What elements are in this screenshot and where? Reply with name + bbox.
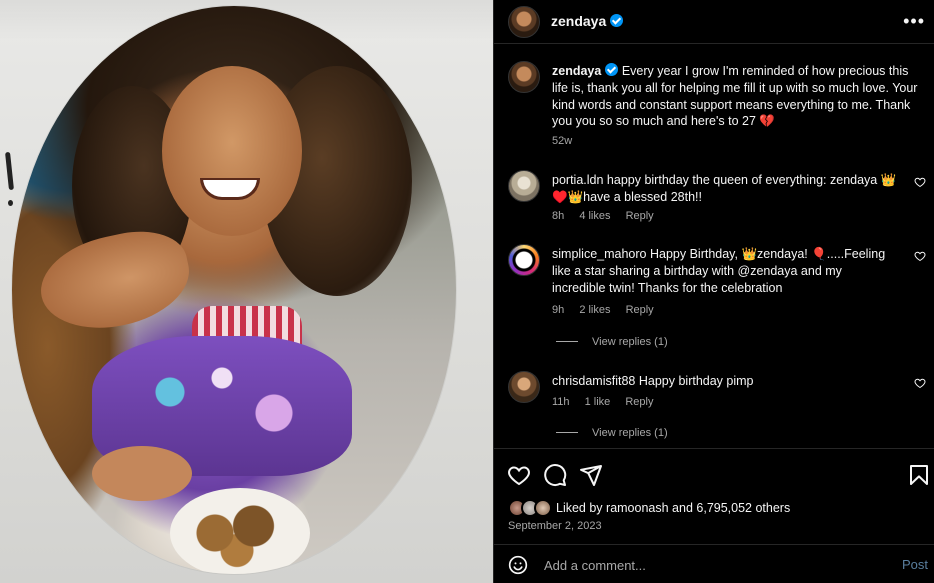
verified-badge-icon bbox=[605, 63, 619, 76]
reply-button[interactable]: Reply bbox=[626, 210, 654, 222]
feet bbox=[92, 446, 192, 501]
comment-text: simplice_mahoro Happy Birthday, 👑zendaya… bbox=[552, 246, 897, 296]
heart-icon[interactable] bbox=[914, 176, 926, 188]
more-horizontal-icon[interactable]: ••• bbox=[903, 12, 925, 30]
reply-button[interactable]: Reply bbox=[626, 304, 654, 316]
liked-by-user-link[interactable]: ramoonash bbox=[606, 501, 669, 515]
heart-icon[interactable] bbox=[914, 377, 926, 389]
comments-list[interactable]: zendaya Every year I grow I'm reminded o… bbox=[494, 44, 934, 448]
comment-likes[interactable]: 2 likes bbox=[579, 304, 610, 316]
comment-meta: 11h 1 like Reply bbox=[552, 396, 665, 408]
comment-time[interactable]: 8h bbox=[552, 210, 564, 222]
child-face bbox=[162, 66, 302, 236]
avatar[interactable] bbox=[508, 371, 540, 403]
header-username-wrap: zendaya bbox=[551, 13, 624, 29]
comment-likes[interactable]: 4 likes bbox=[579, 210, 610, 222]
post-detail-panel: zendaya ••• zendaya Every year I grow I'… bbox=[493, 0, 934, 583]
comment-likes[interactable]: 1 like bbox=[585, 396, 611, 408]
view-replies-button[interactable]: View replies (1) bbox=[556, 427, 668, 439]
view-replies-label: View replies (1) bbox=[592, 336, 668, 348]
comment-username[interactable]: simplice_mahoro bbox=[552, 247, 646, 261]
comment-text: portia.ldn happy birthday the queen of e… bbox=[552, 172, 897, 206]
liked-by-others-link[interactable]: 6,795,052 others bbox=[696, 501, 790, 515]
heart-icon[interactable] bbox=[914, 250, 926, 262]
post-header: zendaya ••• bbox=[494, 0, 934, 44]
comment-icon[interactable] bbox=[543, 463, 567, 487]
verified-badge-icon bbox=[610, 14, 624, 27]
post-actions: Liked by ramoonash and 6,795,052 others … bbox=[494, 448, 934, 544]
comment-username[interactable]: portia.ldn bbox=[552, 173, 603, 187]
caption-text: zendaya Every year I grow I'm reminded o… bbox=[552, 63, 922, 130]
comment-time[interactable]: 9h bbox=[552, 304, 564, 316]
comment-meta: 8h 4 likes Reply bbox=[552, 210, 666, 222]
view-replies-button[interactable]: View replies (1) bbox=[556, 336, 668, 348]
post-date[interactable]: September 2, 2023 bbox=[508, 520, 602, 532]
post-photo[interactable] bbox=[0, 0, 493, 583]
comment-body: happy birthday the queen of everything: … bbox=[552, 173, 897, 204]
handwritten-mark bbox=[5, 151, 14, 210]
likes-summary: Liked by ramoonash and 6,795,052 others bbox=[556, 501, 790, 515]
avatar[interactable] bbox=[508, 170, 540, 202]
food bbox=[182, 498, 292, 568]
waving-hand bbox=[32, 221, 198, 341]
oval-childhood-photo bbox=[12, 6, 456, 574]
comment-text: chrisdamisfit88 Happy birthday pimp bbox=[552, 373, 897, 390]
add-comment-bar: Post bbox=[494, 544, 934, 583]
replies-divider bbox=[556, 341, 578, 342]
replies-divider bbox=[556, 432, 578, 433]
caption-timestamp[interactable]: 52w bbox=[552, 135, 572, 147]
avatar[interactable] bbox=[508, 6, 540, 38]
view-replies-label: View replies (1) bbox=[592, 427, 668, 439]
comment-meta: 9h 2 likes Reply bbox=[552, 304, 666, 316]
post-comment-button[interactable]: Post bbox=[902, 557, 928, 572]
emoji-icon[interactable] bbox=[508, 555, 528, 575]
reply-button[interactable]: Reply bbox=[625, 396, 653, 408]
liked-by-and: and bbox=[668, 501, 697, 515]
username-link[interactable]: zendaya bbox=[551, 13, 606, 29]
liked-by-prefix: Liked by bbox=[556, 501, 607, 515]
avatar[interactable] bbox=[508, 244, 540, 276]
paper-plane-icon[interactable] bbox=[579, 463, 603, 487]
comment-input[interactable] bbox=[544, 554, 884, 576]
heart-icon[interactable] bbox=[507, 463, 531, 487]
comment-body: Happy birthday pimp bbox=[638, 374, 754, 388]
avatar[interactable] bbox=[508, 61, 540, 93]
comment-username[interactable]: chrisdamisfit88 bbox=[552, 374, 635, 388]
caption-username[interactable]: zendaya bbox=[552, 64, 601, 78]
comment-time[interactable]: 11h bbox=[552, 396, 570, 408]
bookmark-icon[interactable] bbox=[907, 463, 931, 487]
avatar bbox=[534, 499, 552, 517]
